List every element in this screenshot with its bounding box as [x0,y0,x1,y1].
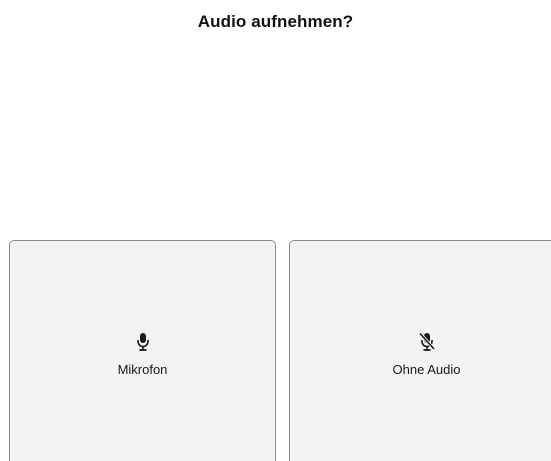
microphone-icon [134,332,152,352]
microphone-option-button[interactable]: Mikrofon [9,240,276,461]
microphone-muted-icon [418,332,436,352]
no-audio-option-label: Ohne Audio [392,362,461,377]
no-audio-option-button[interactable]: Ohne Audio [289,240,551,461]
dialog-title: Audio aufnehmen? [197,12,354,31]
microphone-option-label: Mikrofon [117,362,168,377]
audio-record-dialog: Audio aufnehmen? Mikrofon Ohne Audio [0,0,551,461]
